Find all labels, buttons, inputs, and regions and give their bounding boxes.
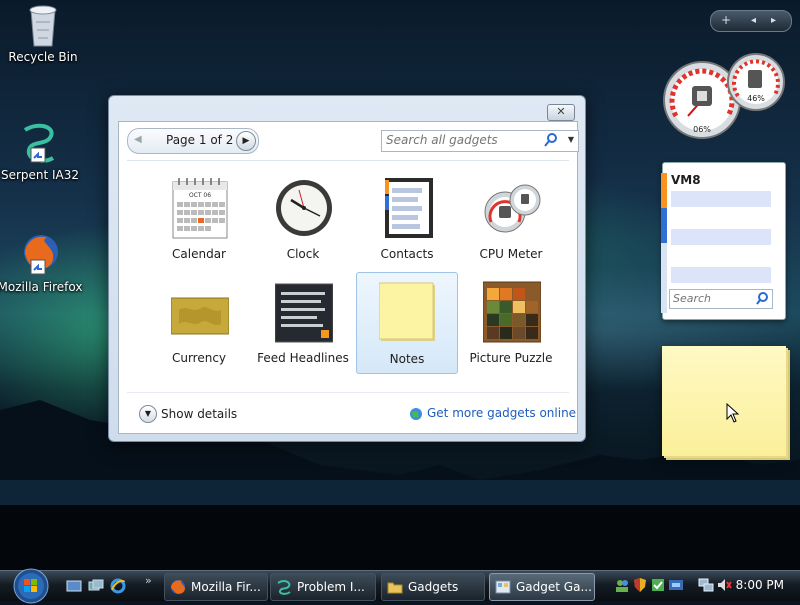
picture-puzzle-icon <box>483 281 541 343</box>
notes-icon <box>379 282 435 341</box>
gadget-picture-puzzle[interactable]: Picture Puzzle <box>461 272 561 372</box>
taskbar-button-firefox[interactable]: Mozilla Fir... <box>164 573 268 601</box>
search-dropdown-icon[interactable]: ▼ <box>568 135 574 144</box>
gadget-gallery-window: ✕ ◀ Page 1 of 2 ▶ ▼ OCT 06 <box>108 95 586 442</box>
contact-row[interactable] <box>671 229 771 245</box>
gadget-search-input[interactable] <box>386 133 536 147</box>
gadget-search-box[interactable]: ▼ <box>381 130 579 152</box>
previous-page-button[interactable]: ◀ <box>134 134 142 145</box>
firefox-icon <box>24 235 58 275</box>
gallery-content: ◀ Page 1 of 2 ▶ ▼ OCT 06 <box>118 121 579 434</box>
firefox-icon <box>171 580 185 594</box>
security-center-icon[interactable] <box>650 577 666 593</box>
serpent-icon <box>277 580 291 595</box>
taskbar-label: Mozilla Fir... <box>191 580 261 594</box>
get-more-gadgets-label: Get more gadgets online <box>427 406 577 420</box>
gadget-label: Picture Puzzle <box>469 351 553 365</box>
search-icon[interactable] <box>544 133 558 147</box>
gadget-currency[interactable]: Currency <box>149 272 249 372</box>
sidebar-controls: + ◂ ▸ <box>710 10 792 32</box>
footer-divider <box>127 392 569 393</box>
desktop-icon-serpent[interactable]: Serpent IA32 <box>0 120 83 182</box>
header-divider <box>127 160 569 161</box>
sidebar-cpu-meter[interactable]: 46% 06% <box>660 50 788 142</box>
recycle-bin-label: Recycle Bin <box>8 50 78 64</box>
page-navigator: ◀ Page 1 of 2 ▶ <box>127 128 259 154</box>
desktop-background: Recycle Bin Serpent IA32 Mozilla Firefox… <box>0 0 800 570</box>
firefox-label: Mozilla Firefox <box>0 280 83 294</box>
taskbar: » Mozilla Fir... Problem I... Gadgets Ga… <box>0 568 800 604</box>
sidebar-prev-button[interactable]: ◂ <box>751 15 756 26</box>
sidebar-contacts-gadget[interactable]: VM8 <box>661 162 786 320</box>
contact-row[interactable] <box>671 191 771 207</box>
gadget-clock[interactable]: Clock <box>253 168 353 268</box>
sidebar-notes-gadget[interactable] <box>662 346 786 456</box>
show-details-label: Show details <box>161 407 238 421</box>
taskbar-label: Gadgets <box>408 580 459 594</box>
calendar-icon: OCT 06 <box>172 178 228 239</box>
desktop-icon-firefox[interactable]: Mozilla Firefox <box>0 232 83 294</box>
taskbar-button-gadgets[interactable]: Gadgets <box>381 573 485 601</box>
quick-launch-more-button[interactable]: » <box>145 574 152 587</box>
volume-muted-icon[interactable] <box>716 577 732 593</box>
feed-headlines-icon <box>275 283 333 343</box>
globe-icon <box>410 407 422 420</box>
clock[interactable]: 8:00 PM <box>736 578 784 592</box>
cpu-meter-icon <box>484 184 541 233</box>
users-icon[interactable] <box>614 577 630 593</box>
gadget-notes[interactable]: Notes <box>356 272 458 374</box>
chevron-down-icon[interactable]: ▼ <box>139 405 157 423</box>
contacts-tabs <box>661 173 667 313</box>
system-tray: 8:00 PM <box>606 571 800 601</box>
desktop-icon-recycle-bin[interactable]: Recycle Bin <box>0 2 86 64</box>
recycle-bin-icon <box>29 5 57 47</box>
network-icon[interactable] <box>698 577 714 593</box>
next-page-button[interactable]: ▶ <box>236 131 256 151</box>
taskbar-button-gadget-gallery[interactable]: Gadget Ga... <box>489 573 595 601</box>
gadget-calendar[interactable]: OCT 06 Calendar <box>149 168 249 268</box>
show-details-toggle[interactable]: ▼ Show details <box>139 405 237 423</box>
get-more-gadgets-link[interactable]: Get more gadgets online <box>409 406 576 421</box>
ram-percent: 46% <box>747 94 765 103</box>
contacts-gadget-title: VM8 <box>671 173 701 187</box>
clock-icon <box>276 180 332 236</box>
gadget-contacts[interactable]: Contacts <box>357 168 457 268</box>
contacts-search-box[interactable] <box>669 289 773 309</box>
gadget-cpu-meter[interactable]: CPU Meter <box>461 168 561 268</box>
search-icon <box>756 292 768 305</box>
close-button[interactable]: ✕ <box>547 104 575 121</box>
mouse-cursor-icon <box>726 403 740 423</box>
cpu-percent: 06% <box>693 125 711 134</box>
gadget-feed-headlines[interactable]: Feed Headlines <box>253 272 353 372</box>
gadget-label: Notes <box>389 352 425 366</box>
taskbar-label: Gadget Ga... <box>516 580 592 594</box>
gadget-label: Feed Headlines <box>257 351 349 365</box>
vm-tools-icon[interactable] <box>668 577 684 593</box>
gadget-label: CPU Meter <box>479 247 543 261</box>
gadget-label: Clock <box>286 247 320 261</box>
currency-icon <box>171 297 229 335</box>
start-button[interactable] <box>12 567 50 605</box>
sidebar-next-button[interactable]: ▸ <box>771 15 776 26</box>
gadget-gallery-icon <box>495 580 511 594</box>
gadget-label: Contacts <box>380 247 434 261</box>
show-desktop-icon[interactable] <box>66 578 82 594</box>
page-indicator: Page 1 of 2 <box>166 133 234 147</box>
contact-row[interactable] <box>671 267 771 283</box>
gadget-label: Calendar <box>172 247 226 261</box>
contacts-icon <box>385 178 433 238</box>
contacts-search-input[interactable] <box>673 292 751 305</box>
serpent-icon <box>23 123 55 163</box>
gadget-label: Currency <box>171 351 227 365</box>
serpent-label: Serpent IA32 <box>0 168 80 182</box>
switch-windows-icon[interactable] <box>88 578 104 594</box>
folder-icon <box>387 582 403 594</box>
calendar-month: OCT 06 <box>189 192 211 199</box>
sidebar-add-button[interactable]: + <box>721 13 731 27</box>
internet-explorer-icon[interactable] <box>110 578 126 594</box>
taskbar-button-problem[interactable]: Problem I... <box>270 573 376 601</box>
taskbar-label: Problem I... <box>297 580 365 594</box>
shield-icon[interactable] <box>632 577 648 593</box>
